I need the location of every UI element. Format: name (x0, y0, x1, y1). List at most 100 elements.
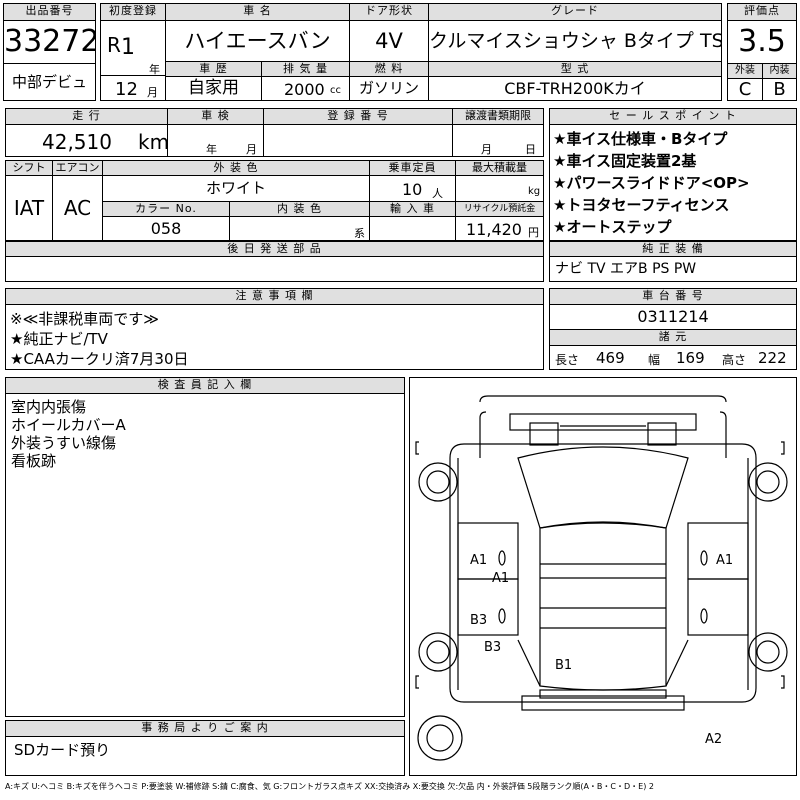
grade-label: グレード (428, 3, 722, 21)
int-color-label: 内 装 色 (229, 201, 370, 217)
registration-value (263, 124, 453, 157)
damage-mark: A1 (716, 553, 734, 568)
sales-point-item: ★車イス固定装置2基 (553, 152, 697, 170)
damage-mark: A2 (705, 732, 723, 747)
ac-label: エアコン (52, 160, 103, 176)
length-label: 長さ (555, 353, 580, 367)
sales-point-item: ★車イス仕様車・Bタイプ (553, 130, 728, 148)
exterior-value: C (727, 78, 763, 101)
car-name: ハイエースバン (165, 20, 350, 62)
shift-value: IAT (5, 175, 53, 241)
inspection-year-unit: 年 (206, 143, 217, 156)
genuine-value: ナビ TV エアB PS PW (549, 256, 797, 282)
notes-label: 注 意 事 項 欄 (5, 288, 544, 305)
specs: 長さ 469 幅 169 高さ 222 (549, 345, 797, 370)
lot-number-label: 出品番号 (3, 3, 96, 21)
car-name-label: 車 名 (165, 3, 350, 21)
sales-point-item: ★トヨタセーフティセンス (553, 196, 730, 214)
model-label: 型 式 (428, 61, 722, 77)
import-label: 輸 入 車 (369, 201, 456, 217)
displacement-value: 2000 (284, 80, 325, 99)
damage-mark: A1 (470, 553, 488, 568)
notes-line: ★純正ナビ/TV (10, 330, 108, 348)
recycle-unit: 円 (528, 226, 539, 239)
later-parts-value (5, 256, 544, 282)
load: kg (455, 175, 544, 202)
sales-points: ★車イス仕様車・Bタイプ ★車イス固定装置2基 ★パワースライドドア<OP> ★… (549, 124, 797, 241)
capacity: 10 人 (369, 175, 456, 202)
transfer: 月 日 (452, 124, 544, 157)
length-value: 469 (596, 349, 625, 367)
later-parts-label: 後 日 発 送 部 品 (5, 241, 544, 257)
footer-legend: A:キズ U:ヘコミ B:キズを伴うヘコミ P:要塗装 W:補修跡 S:錆 C:… (5, 782, 654, 791)
car-outline-icon (415, 395, 788, 761)
transfer-month-unit: 月 (481, 143, 492, 156)
mileage-unit: km (138, 130, 168, 154)
inspector-label: 検 査 員 記 入 欄 (5, 377, 405, 394)
displacement: 2000 cc (261, 76, 350, 101)
interior-label: 内装 (762, 63, 797, 79)
door-label: ドア形状 (349, 3, 429, 21)
registration-label: 登 録 番 号 (263, 108, 453, 125)
first-reg-month: 12 月 (100, 75, 166, 101)
width-value: 169 (676, 349, 705, 367)
capacity-label: 乗車定員 (369, 160, 456, 176)
first-reg-year: R 1 年 (100, 20, 166, 76)
int-color-unit: 系 (354, 227, 365, 240)
load-label: 最大積載量 (455, 160, 544, 176)
notes-line: ★CAAカークリ済7月30日 (10, 350, 189, 368)
inspection-label: 車 検 (167, 108, 264, 125)
car-diagram: A1 A1 A1 B3 B3 B1 A2 (409, 377, 797, 776)
capacity-unit: 人 (432, 187, 443, 200)
reg-month-unit: 月 (147, 86, 158, 99)
inspector-line: 看板跡 (11, 452, 57, 470)
sales-points-label: セ ー ル ス ポ イ ン ト (549, 108, 797, 125)
fuel-value: ガソリン (349, 76, 429, 101)
exterior-label: 外装 (727, 63, 763, 79)
reg-year-unit: 年 (149, 63, 160, 76)
displacement-label: 排 気 量 (261, 61, 350, 77)
damage-mark: B3 (470, 613, 488, 628)
recycle: 11,420 円 (455, 216, 544, 241)
transfer-day-unit: 日 (525, 143, 536, 156)
notes: ※≪非課税車両です≫ ★純正ナビ/TV ★CAAカークリ済7月30日 (5, 304, 544, 370)
damage-mark: B1 (555, 658, 573, 673)
door-value: 4V (349, 20, 429, 62)
transfer-label: 譲渡書類期限 (452, 108, 544, 125)
inspection-month-unit: 月 (246, 143, 257, 156)
fuel-label: 燃 料 (349, 61, 429, 77)
interior-value: B (762, 78, 797, 101)
capacity-value: 10 (402, 180, 423, 199)
recycle-value: 11,420 (466, 220, 522, 239)
history-value: 自家用 (165, 76, 262, 101)
lot-number: 33272 (3, 20, 96, 64)
width-label: 幅 (648, 353, 661, 367)
ac-value: AC (52, 175, 103, 241)
debut-label: 中部デビュ (3, 63, 96, 101)
height-label: 高さ (722, 353, 747, 367)
color-value: ホワイト (102, 175, 370, 202)
recycle-label: リサイクル預託金 (455, 201, 544, 217)
import-value (369, 216, 456, 241)
chassis-label: 車 台 番 号 (549, 288, 797, 305)
color-label: 外 装 色 (102, 160, 370, 176)
color-no-value: 058 (102, 216, 230, 241)
score-label: 評価点 (727, 3, 797, 21)
office-message: SDカード預り (5, 736, 405, 776)
inspection: 年 月 (167, 124, 264, 157)
mileage-label: 走 行 (5, 108, 168, 125)
reg-year: 1 (121, 35, 135, 60)
color-no-label: カラー No. (102, 201, 230, 217)
reg-month: 12 (115, 79, 138, 100)
chassis-value: 0311214 (549, 304, 797, 330)
load-unit: kg (528, 186, 541, 197)
int-color: 系 (229, 216, 370, 241)
grade-value: クルマイスショウシャ Bタイプ TSS (428, 20, 722, 62)
sales-point-item: ★オートステップ (553, 218, 672, 236)
height-value: 222 (758, 349, 787, 367)
mileage-value: 42,510 (42, 130, 112, 154)
genuine-label: 純 正 装 備 (549, 241, 797, 257)
sales-point-item: ★パワースライドドア<OP> (553, 174, 750, 192)
first-reg-label: 初度登録 (100, 3, 166, 21)
specs-label: 諸 元 (549, 329, 797, 346)
